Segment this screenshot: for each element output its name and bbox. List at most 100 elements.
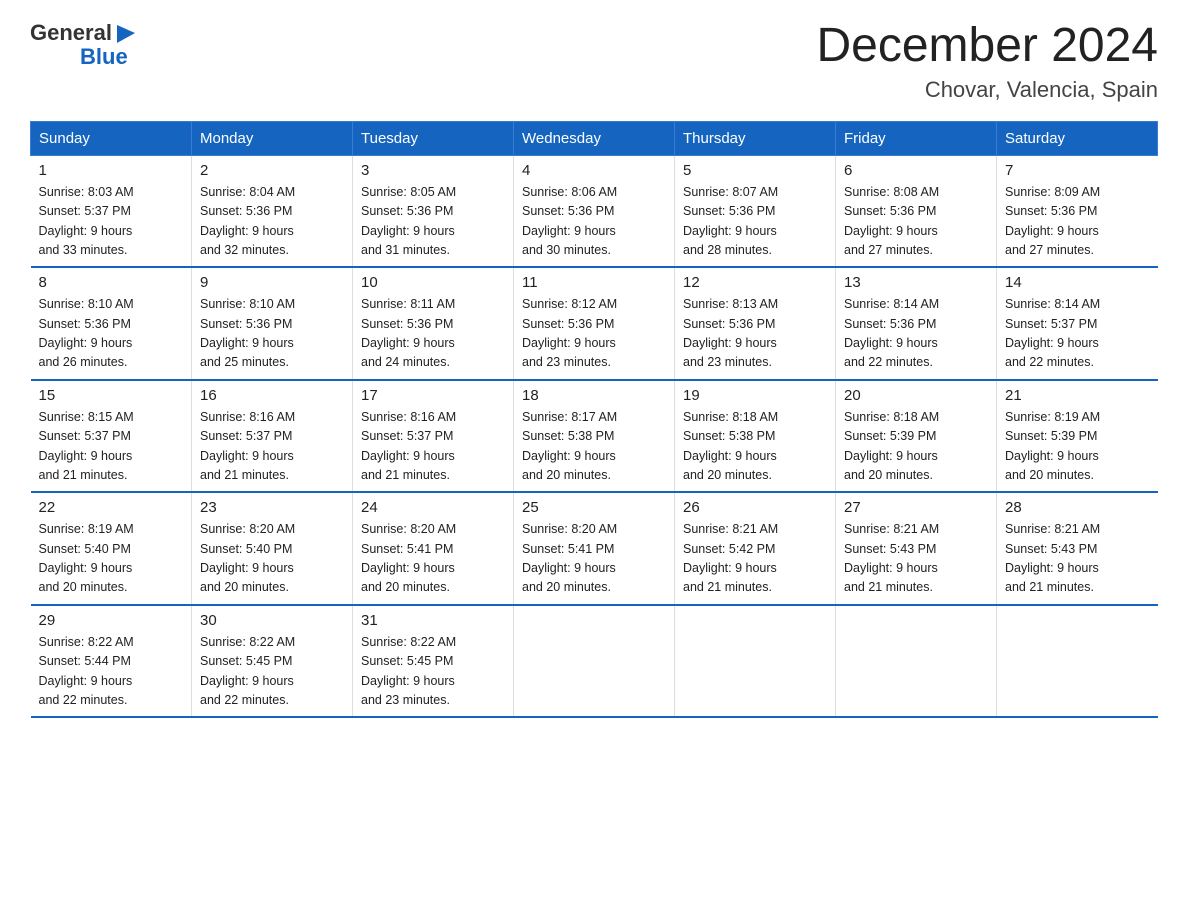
day-cell: 11 Sunrise: 8:12 AMSunset: 5:36 PMDaylig… xyxy=(514,267,675,380)
day-info: Sunrise: 8:19 AMSunset: 5:39 PMDaylight:… xyxy=(1005,410,1100,482)
day-info: Sunrise: 8:22 AMSunset: 5:45 PMDaylight:… xyxy=(200,635,295,707)
day-number: 20 xyxy=(844,387,988,404)
day-info: Sunrise: 8:20 AMSunset: 5:40 PMDaylight:… xyxy=(200,522,295,594)
day-info: Sunrise: 8:10 AMSunset: 5:36 PMDaylight:… xyxy=(39,297,134,369)
day-number: 26 xyxy=(683,499,827,516)
day-cell: 27 Sunrise: 8:21 AMSunset: 5:43 PMDaylig… xyxy=(836,492,997,605)
day-cell: 7 Sunrise: 8:09 AMSunset: 5:36 PMDayligh… xyxy=(997,155,1158,267)
day-cell xyxy=(997,605,1158,718)
day-cell: 26 Sunrise: 8:21 AMSunset: 5:42 PMDaylig… xyxy=(675,492,836,605)
day-number: 15 xyxy=(39,387,184,404)
day-number: 3 xyxy=(361,162,505,179)
day-number: 16 xyxy=(200,387,344,404)
day-cell: 19 Sunrise: 8:18 AMSunset: 5:38 PMDaylig… xyxy=(675,380,836,493)
day-info: Sunrise: 8:21 AMSunset: 5:43 PMDaylight:… xyxy=(1005,522,1100,594)
day-info: Sunrise: 8:17 AMSunset: 5:38 PMDaylight:… xyxy=(522,410,617,482)
day-cell: 29 Sunrise: 8:22 AMSunset: 5:44 PMDaylig… xyxy=(31,605,192,718)
day-cell: 4 Sunrise: 8:06 AMSunset: 5:36 PMDayligh… xyxy=(514,155,675,267)
day-info: Sunrise: 8:20 AMSunset: 5:41 PMDaylight:… xyxy=(522,522,617,594)
day-cell: 28 Sunrise: 8:21 AMSunset: 5:43 PMDaylig… xyxy=(997,492,1158,605)
day-number: 11 xyxy=(522,274,666,291)
day-number: 24 xyxy=(361,499,505,516)
day-number: 30 xyxy=(200,612,344,629)
header-cell-friday: Friday xyxy=(836,121,997,155)
day-number: 17 xyxy=(361,387,505,404)
day-number: 5 xyxy=(683,162,827,179)
day-cell: 2 Sunrise: 8:04 AMSunset: 5:36 PMDayligh… xyxy=(192,155,353,267)
week-row-5: 29 Sunrise: 8:22 AMSunset: 5:44 PMDaylig… xyxy=(31,605,1158,718)
header-row: SundayMondayTuesdayWednesdayThursdayFrid… xyxy=(31,121,1158,155)
day-number: 8 xyxy=(39,274,184,291)
day-info: Sunrise: 8:22 AMSunset: 5:44 PMDaylight:… xyxy=(39,635,134,707)
day-info: Sunrise: 8:20 AMSunset: 5:41 PMDaylight:… xyxy=(361,522,456,594)
day-cell: 31 Sunrise: 8:22 AMSunset: 5:45 PMDaylig… xyxy=(353,605,514,718)
month-title: December 2024 xyxy=(816,20,1158,73)
day-number: 19 xyxy=(683,387,827,404)
logo-text-blue: Blue xyxy=(80,44,128,70)
day-info: Sunrise: 8:14 AMSunset: 5:36 PMDaylight:… xyxy=(844,297,939,369)
page-header: General Blue December 2024 Chovar, Valen… xyxy=(30,20,1158,103)
day-number: 22 xyxy=(39,499,184,516)
day-cell: 5 Sunrise: 8:07 AMSunset: 5:36 PMDayligh… xyxy=(675,155,836,267)
day-cell: 13 Sunrise: 8:14 AMSunset: 5:36 PMDaylig… xyxy=(836,267,997,380)
day-info: Sunrise: 8:15 AMSunset: 5:37 PMDaylight:… xyxy=(39,410,134,482)
day-cell: 6 Sunrise: 8:08 AMSunset: 5:36 PMDayligh… xyxy=(836,155,997,267)
day-info: Sunrise: 8:22 AMSunset: 5:45 PMDaylight:… xyxy=(361,635,456,707)
day-info: Sunrise: 8:05 AMSunset: 5:36 PMDaylight:… xyxy=(361,185,456,257)
day-number: 23 xyxy=(200,499,344,516)
day-cell: 30 Sunrise: 8:22 AMSunset: 5:45 PMDaylig… xyxy=(192,605,353,718)
day-number: 25 xyxy=(522,499,666,516)
day-cell: 24 Sunrise: 8:20 AMSunset: 5:41 PMDaylig… xyxy=(353,492,514,605)
day-info: Sunrise: 8:19 AMSunset: 5:40 PMDaylight:… xyxy=(39,522,134,594)
title-block: December 2024 Chovar, Valencia, Spain xyxy=(816,20,1158,103)
day-cell: 15 Sunrise: 8:15 AMSunset: 5:37 PMDaylig… xyxy=(31,380,192,493)
day-number: 10 xyxy=(361,274,505,291)
day-cell: 9 Sunrise: 8:10 AMSunset: 5:36 PMDayligh… xyxy=(192,267,353,380)
day-number: 13 xyxy=(844,274,988,291)
day-cell xyxy=(514,605,675,718)
day-info: Sunrise: 8:18 AMSunset: 5:38 PMDaylight:… xyxy=(683,410,778,482)
day-info: Sunrise: 8:21 AMSunset: 5:43 PMDaylight:… xyxy=(844,522,939,594)
calendar-header: SundayMondayTuesdayWednesdayThursdayFrid… xyxy=(31,121,1158,155)
day-number: 2 xyxy=(200,162,344,179)
day-cell: 18 Sunrise: 8:17 AMSunset: 5:38 PMDaylig… xyxy=(514,380,675,493)
header-cell-sunday: Sunday xyxy=(31,121,192,155)
day-info: Sunrise: 8:11 AMSunset: 5:36 PMDaylight:… xyxy=(361,297,455,369)
week-row-4: 22 Sunrise: 8:19 AMSunset: 5:40 PMDaylig… xyxy=(31,492,1158,605)
logo-icon: General Blue xyxy=(30,20,137,70)
day-cell: 1 Sunrise: 8:03 AMSunset: 5:37 PMDayligh… xyxy=(31,155,192,267)
day-number: 1 xyxy=(39,162,184,179)
day-number: 9 xyxy=(200,274,344,291)
day-info: Sunrise: 8:04 AMSunset: 5:36 PMDaylight:… xyxy=(200,185,295,257)
day-cell xyxy=(836,605,997,718)
day-cell: 10 Sunrise: 8:11 AMSunset: 5:36 PMDaylig… xyxy=(353,267,514,380)
calendar-body: 1 Sunrise: 8:03 AMSunset: 5:37 PMDayligh… xyxy=(31,155,1158,717)
day-info: Sunrise: 8:09 AMSunset: 5:36 PMDaylight:… xyxy=(1005,185,1100,257)
day-cell: 17 Sunrise: 8:16 AMSunset: 5:37 PMDaylig… xyxy=(353,380,514,493)
day-number: 4 xyxy=(522,162,666,179)
day-info: Sunrise: 8:21 AMSunset: 5:42 PMDaylight:… xyxy=(683,522,778,594)
header-cell-thursday: Thursday xyxy=(675,121,836,155)
day-number: 21 xyxy=(1005,387,1150,404)
week-row-2: 8 Sunrise: 8:10 AMSunset: 5:36 PMDayligh… xyxy=(31,267,1158,380)
day-cell: 23 Sunrise: 8:20 AMSunset: 5:40 PMDaylig… xyxy=(192,492,353,605)
day-cell: 8 Sunrise: 8:10 AMSunset: 5:36 PMDayligh… xyxy=(31,267,192,380)
day-cell xyxy=(675,605,836,718)
day-number: 29 xyxy=(39,612,184,629)
logo: General Blue xyxy=(30,20,137,70)
header-cell-tuesday: Tuesday xyxy=(353,121,514,155)
day-cell: 12 Sunrise: 8:13 AMSunset: 5:36 PMDaylig… xyxy=(675,267,836,380)
day-info: Sunrise: 8:18 AMSunset: 5:39 PMDaylight:… xyxy=(844,410,939,482)
day-info: Sunrise: 8:10 AMSunset: 5:36 PMDaylight:… xyxy=(200,297,295,369)
day-cell: 16 Sunrise: 8:16 AMSunset: 5:37 PMDaylig… xyxy=(192,380,353,493)
header-cell-monday: Monday xyxy=(192,121,353,155)
day-number: 12 xyxy=(683,274,827,291)
logo-text-general: General xyxy=(30,20,112,46)
day-info: Sunrise: 8:14 AMSunset: 5:37 PMDaylight:… xyxy=(1005,297,1100,369)
day-number: 7 xyxy=(1005,162,1150,179)
day-info: Sunrise: 8:16 AMSunset: 5:37 PMDaylight:… xyxy=(200,410,295,482)
day-info: Sunrise: 8:13 AMSunset: 5:36 PMDaylight:… xyxy=(683,297,778,369)
day-number: 18 xyxy=(522,387,666,404)
day-info: Sunrise: 8:06 AMSunset: 5:36 PMDaylight:… xyxy=(522,185,617,257)
day-number: 28 xyxy=(1005,499,1150,516)
